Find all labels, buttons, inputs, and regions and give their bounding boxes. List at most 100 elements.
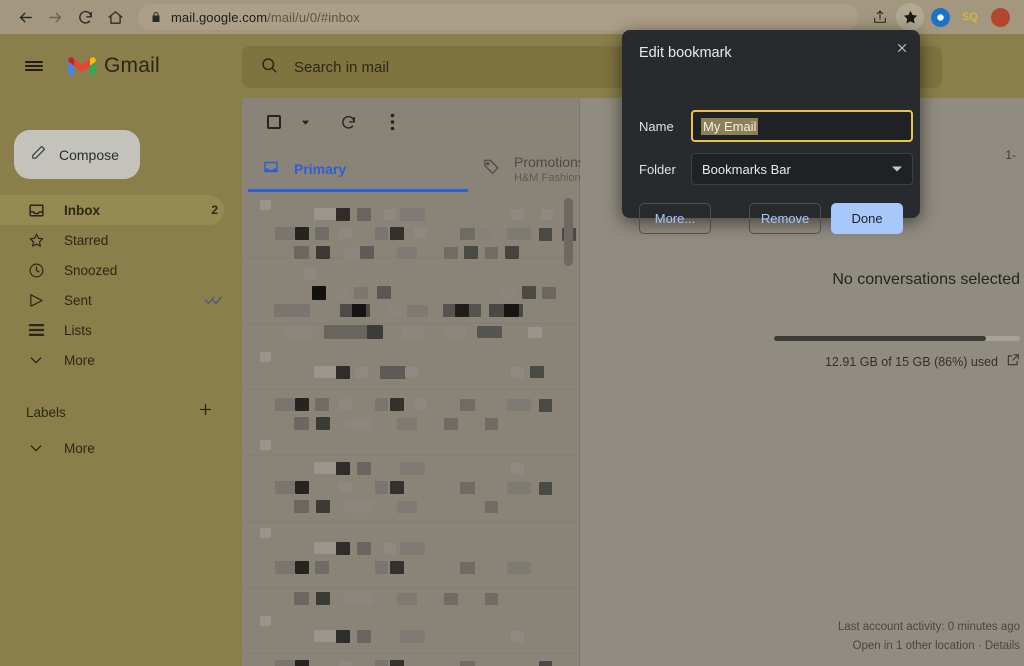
three-dots-vertical-icon[interactable] bbox=[376, 106, 408, 138]
redacted-block bbox=[528, 327, 542, 338]
open-location-text[interactable]: Open in 1 other location · Details bbox=[838, 637, 1020, 656]
redacted-block bbox=[260, 440, 271, 450]
sidebar-item-snoozed[interactable]: Snoozed bbox=[0, 255, 224, 285]
extension-red-icon[interactable] bbox=[986, 3, 1014, 31]
redacted-block bbox=[314, 542, 336, 554]
sidebar-item-inbox[interactable]: Inbox 2 bbox=[0, 195, 224, 225]
sidebar-item-label: Inbox bbox=[64, 202, 100, 218]
labels-header: Labels bbox=[0, 399, 242, 425]
redacted-block bbox=[294, 417, 309, 430]
sidebar-item-label: Lists bbox=[64, 322, 92, 338]
redacted-block bbox=[316, 592, 330, 605]
redacted-block bbox=[414, 228, 427, 239]
address-bar[interactable]: mail.google.com/mail/u/0/#inbox bbox=[138, 4, 858, 30]
redacted-block bbox=[345, 593, 373, 605]
redacted-block bbox=[315, 561, 329, 574]
redacted-block bbox=[357, 630, 371, 643]
bookmark-star-icon[interactable] bbox=[896, 3, 924, 31]
redacted-block bbox=[295, 481, 309, 494]
tab-primary[interactable]: Primary bbox=[248, 146, 468, 192]
account-activity-footer: Last account activity: 0 minutes ago Ope… bbox=[838, 618, 1020, 656]
redacted-block bbox=[345, 501, 373, 513]
home-button[interactable] bbox=[100, 2, 130, 32]
sidebar-nav: Inbox 2 Starred Snoozed Sent Lists More bbox=[0, 195, 242, 375]
sidebar-item-lists[interactable]: Lists bbox=[0, 315, 224, 345]
bookmark-name-label: Name bbox=[639, 118, 674, 134]
tab-primary-texts: Primary bbox=[294, 161, 346, 177]
hamburger-line bbox=[25, 65, 43, 67]
redacted-block bbox=[397, 593, 417, 605]
gmail-sidebar: Compose Inbox 2 Starred Snoozed Sent Lis… bbox=[0, 98, 242, 666]
redacted-block bbox=[275, 227, 295, 240]
bookmark-name-value: My Email bbox=[701, 117, 759, 135]
list-item[interactable] bbox=[242, 192, 580, 259]
list-item[interactable] bbox=[242, 654, 580, 666]
search-icon bbox=[260, 56, 278, 79]
redacted-block bbox=[336, 287, 350, 299]
redacted-block bbox=[354, 287, 368, 299]
pencil-icon bbox=[30, 144, 47, 166]
hamburger-line bbox=[25, 60, 43, 63]
bookmark-folder-select[interactable]: Bookmarks Bar bbox=[691, 153, 913, 185]
tag-icon bbox=[482, 158, 500, 181]
storage-usage-text: 12.91 GB of 15 GB (86%) used bbox=[824, 354, 998, 369]
redacted-block bbox=[507, 482, 531, 494]
redacted-block bbox=[390, 398, 404, 411]
redacted-block bbox=[541, 209, 553, 220]
redacted-block bbox=[384, 209, 396, 220]
remove-button[interactable]: Remove bbox=[749, 203, 822, 234]
sidebar-item-sent[interactable]: Sent bbox=[0, 285, 224, 315]
storage-progress-fill bbox=[774, 336, 986, 341]
browser-window: mail.google.com/mail/u/0/#inbox SQ Gmail… bbox=[0, 0, 1024, 666]
mail-list[interactable] bbox=[242, 192, 580, 666]
reload-button[interactable] bbox=[70, 2, 100, 32]
done-button[interactable]: Done bbox=[831, 203, 903, 234]
redacted-block bbox=[336, 630, 350, 643]
list-item[interactable] bbox=[242, 588, 580, 654]
redacted-block bbox=[260, 352, 271, 362]
labels-more-item[interactable]: More bbox=[0, 433, 224, 463]
compose-label: Compose bbox=[59, 146, 119, 163]
scrollbar-thumb[interactable] bbox=[564, 198, 573, 266]
open-external-icon[interactable] bbox=[1006, 353, 1020, 370]
select-all-checkbox[interactable] bbox=[258, 106, 290, 138]
select-dropdown-icon[interactable] bbox=[296, 106, 314, 138]
redacted-block bbox=[539, 482, 552, 495]
extension-blue-icon[interactable] bbox=[926, 3, 954, 31]
sidebar-item-more[interactable]: More bbox=[0, 345, 224, 375]
redacted-block bbox=[339, 399, 352, 410]
redacted-block bbox=[402, 326, 424, 338]
plus-icon[interactable] bbox=[197, 401, 214, 423]
list-item[interactable] bbox=[242, 258, 580, 324]
gmail-logo[interactable]: Gmail bbox=[68, 54, 160, 78]
hamburger-line bbox=[25, 69, 43, 72]
compose-button[interactable]: Compose bbox=[14, 130, 140, 179]
redacted-block bbox=[260, 528, 271, 538]
redacted-block bbox=[275, 481, 295, 494]
mail-list-scrollbar[interactable] bbox=[564, 198, 573, 568]
inbox-unread-count: 2 bbox=[211, 203, 218, 217]
redacted-block bbox=[260, 200, 271, 210]
bookmark-name-input[interactable]: My Email bbox=[691, 110, 913, 142]
sidebar-item-starred[interactable]: Starred bbox=[0, 225, 224, 255]
close-icon[interactable] bbox=[890, 36, 914, 60]
labels-more-label: More bbox=[64, 440, 95, 456]
extension-sq-icon[interactable]: SQ bbox=[956, 3, 984, 31]
forward-button[interactable] bbox=[40, 2, 70, 32]
redacted-block bbox=[260, 616, 271, 626]
list-item[interactable] bbox=[242, 324, 580, 390]
redacted-block bbox=[316, 500, 330, 513]
more-button[interactable]: More... bbox=[639, 203, 712, 234]
share-icon[interactable] bbox=[866, 3, 894, 31]
list-item[interactable] bbox=[242, 456, 580, 522]
redacted-block bbox=[339, 661, 352, 666]
redacted-block bbox=[275, 660, 295, 666]
list-item[interactable] bbox=[242, 522, 580, 588]
edit-bookmark-dialog: Edit bookmark Name My Email Folder Bookm… bbox=[622, 30, 920, 234]
redacted-block bbox=[336, 542, 350, 555]
back-button[interactable] bbox=[10, 2, 40, 32]
extension-red-glyph bbox=[990, 7, 1010, 27]
hamburger-icon[interactable] bbox=[14, 46, 54, 86]
list-item[interactable] bbox=[242, 390, 580, 456]
refresh-icon[interactable] bbox=[332, 106, 364, 138]
